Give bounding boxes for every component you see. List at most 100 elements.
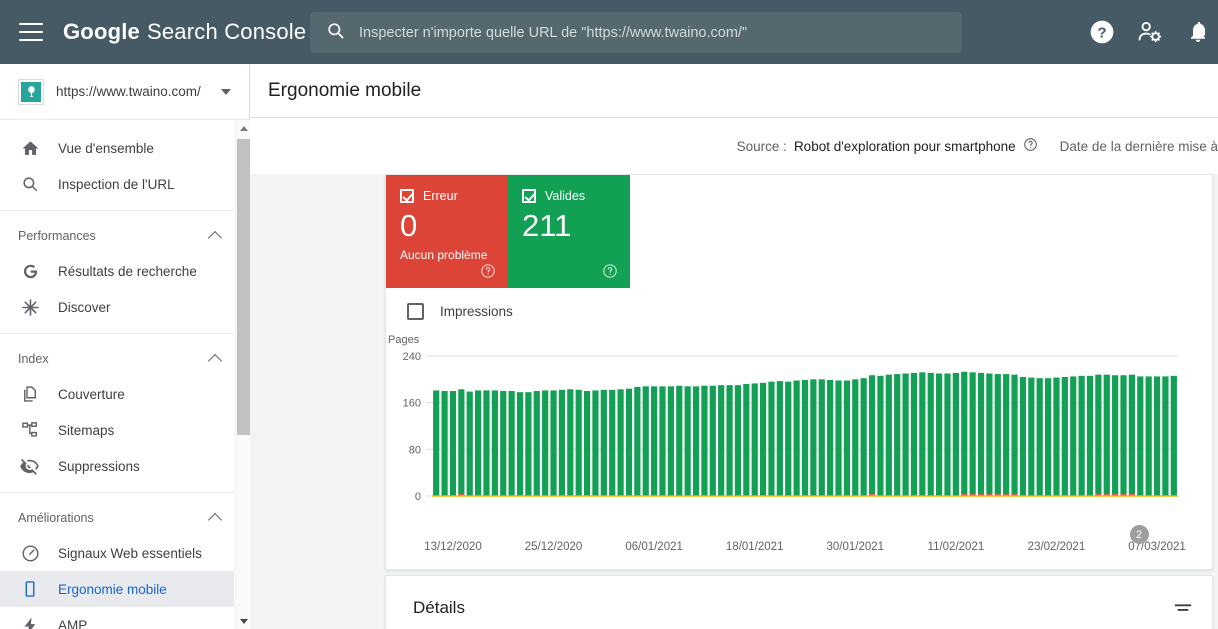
sidebar-group-index[interactable]: Index xyxy=(0,342,234,376)
status-tiles: Erreur 0 Aucun problème Valides 211 xyxy=(386,175,1212,288)
filter-list-icon[interactable] xyxy=(1172,598,1194,620)
sidebar-item-discover[interactable]: Discover xyxy=(0,289,234,325)
sidebar-item-label: Couverture xyxy=(58,386,125,402)
help-icon[interactable]: ? xyxy=(1088,18,1116,46)
url-inspection-search[interactable] xyxy=(310,12,962,53)
chart-svg: Pages 0 80 160 240 xyxy=(388,334,1178,503)
svg-text:0: 0 xyxy=(415,491,421,503)
help-circle-icon[interactable] xyxy=(602,263,618,279)
top-bar-icons: ? xyxy=(1088,0,1218,64)
main-content: Ergonomie mobile Source : Robot d'explor… xyxy=(250,64,1218,629)
help-circle-icon[interactable] xyxy=(1023,137,1038,155)
svg-text:80: 80 xyxy=(409,444,421,456)
sidebar-item-mobile-usability[interactable]: Ergonomie mobile xyxy=(0,571,234,607)
svg-text:Pages: Pages xyxy=(388,334,420,346)
page-title: Ergonomie mobile xyxy=(268,79,422,101)
app-brand: Google Search Console xyxy=(63,19,306,45)
sidebar-item-overview[interactable]: Vue d'ensemble xyxy=(0,130,234,166)
sidebar-item-sitemaps[interactable]: Sitemaps xyxy=(0,412,234,448)
sidebar-group-label: Performances xyxy=(18,229,96,243)
brand-search-console: Search Console xyxy=(146,19,307,44)
divider xyxy=(0,492,234,493)
sidebar-item-coverage[interactable]: Couverture xyxy=(0,376,234,412)
chart-x-axis: 13/12/2020 25/12/2020 06/01/2021 18/01/2021… xyxy=(386,525,1212,569)
status-tile-label: Valides xyxy=(545,189,586,203)
report-meta-row: Source : Robot d'exploration pour smartp… xyxy=(250,118,1218,174)
sidebar-scrollbar[interactable] xyxy=(235,120,250,629)
sidebar-item-removals[interactable]: Suppressions xyxy=(0,448,234,484)
sidebar-group-label: Améliorations xyxy=(18,511,94,525)
sidebar-item-label: Signaux Web essentiels xyxy=(58,545,202,561)
status-tile-label: Erreur xyxy=(423,189,458,203)
validity-bar-chart: Pages 0 80 160 240 xyxy=(386,334,1212,539)
sitemap-icon xyxy=(18,418,42,442)
valid-checkbox[interactable] xyxy=(522,189,536,203)
mobile-icon xyxy=(18,577,42,601)
sidebar-group-performances[interactable]: Performances xyxy=(0,219,234,253)
chevron-up-icon xyxy=(207,512,223,527)
sidebar-item-search-results[interactable]: Résultats de recherche xyxy=(0,253,234,289)
source-label: Source : Robot d'exploration pour smartp… xyxy=(737,137,1038,155)
x-axis-tick-label: 25/12/2020 xyxy=(524,541,583,553)
sidebar-item-label: Ergonomie mobile xyxy=(58,581,167,597)
x-axis-tick-label: 30/01/2021 xyxy=(826,541,885,553)
report-canvas: Erreur 0 Aucun problème Valides 211 Impr… xyxy=(250,174,1218,629)
x-axis-tick-label: 23/02/2021 xyxy=(1027,541,1086,553)
search-icon xyxy=(326,21,345,45)
sidebar-item-core-web-vitals[interactable]: Signaux Web essentiels xyxy=(0,535,234,571)
x-axis-tick-label: 13/12/2020 xyxy=(424,541,482,553)
last-update-label: Date de la dernière mise à xyxy=(1059,138,1218,154)
status-tile-valid[interactable]: Valides 211 xyxy=(508,175,630,288)
search-input[interactable] xyxy=(359,12,962,53)
sidebar-item-label: Discover xyxy=(58,299,111,315)
top-app-bar: Google Search Console ? xyxy=(0,0,1218,64)
chevron-up-icon xyxy=(207,353,223,368)
property-selector[interactable]: https://www.twaino.com/ xyxy=(0,64,249,120)
eye-off-icon xyxy=(18,454,42,478)
chart-annotation-badge[interactable]: 2 xyxy=(1129,525,1149,544)
help-circle-icon[interactable] xyxy=(480,263,496,279)
notifications-icon[interactable] xyxy=(1184,18,1212,46)
bolt-icon xyxy=(18,613,42,629)
search-console-app: Google Search Console ? xyxy=(0,0,1218,629)
sidebar-item-amp[interactable]: AMP xyxy=(0,607,234,629)
impressions-checkbox[interactable] xyxy=(407,302,424,320)
sidebar-nav: Vue d'ensemble Inspection de l'URL Perfo… xyxy=(0,120,234,629)
sidebar-item-label: Sitemaps xyxy=(58,422,115,438)
hamburger-menu-icon[interactable] xyxy=(19,23,43,41)
google-g-icon xyxy=(18,259,42,283)
x-axis-tick-label: 18/01/2021 xyxy=(725,541,784,553)
sidebar-item-label: Vue d'ensemble xyxy=(58,140,154,156)
chevron-down-icon[interactable] xyxy=(221,88,231,95)
details-card: Détails xyxy=(385,575,1213,629)
details-title: Détails xyxy=(413,598,465,617)
sidebar-item-label: Résultats de recherche xyxy=(58,263,197,279)
scroll-up-arrow[interactable] xyxy=(236,120,250,136)
x-axis-tick-label: 11/02/2021 xyxy=(927,541,985,553)
home-icon xyxy=(18,136,42,160)
pages-icon xyxy=(18,382,42,406)
svg-text:160: 160 xyxy=(403,398,421,410)
impressions-toggle-row[interactable]: Impressions xyxy=(386,288,1212,334)
sidebar-item-url-inspection[interactable]: Inspection de l'URL xyxy=(0,166,234,202)
twaino-favicon xyxy=(18,78,44,105)
x-axis-tick-label: 06/01/2021 xyxy=(625,541,683,553)
property-url: https://www.twaino.com/ xyxy=(56,84,201,99)
sidebar-item-label: Inspection de l'URL xyxy=(58,176,175,192)
discover-icon xyxy=(18,295,42,319)
account-settings-icon[interactable] xyxy=(1136,18,1164,46)
sidebar-scroll-area: Vue d'ensemble Inspection de l'URL Perfo… xyxy=(0,120,250,629)
speedometer-icon xyxy=(18,541,42,565)
status-tile-error[interactable]: Erreur 0 Aucun problème xyxy=(386,175,508,288)
status-tile-value: 211 xyxy=(522,208,572,243)
divider xyxy=(0,333,234,334)
search-icon xyxy=(18,172,42,196)
sidebar-group-ameliorations[interactable]: Améliorations xyxy=(0,501,234,535)
scrollbar-thumb[interactable] xyxy=(237,139,250,435)
source-value: Robot d'exploration pour smartphone xyxy=(793,138,1016,154)
page-header: Ergonomie mobile xyxy=(250,64,1218,118)
sidebar-item-label: AMP xyxy=(58,617,88,629)
error-checkbox[interactable] xyxy=(400,189,414,203)
svg-text:?: ? xyxy=(1097,24,1106,41)
scroll-down-arrow[interactable] xyxy=(236,613,250,629)
